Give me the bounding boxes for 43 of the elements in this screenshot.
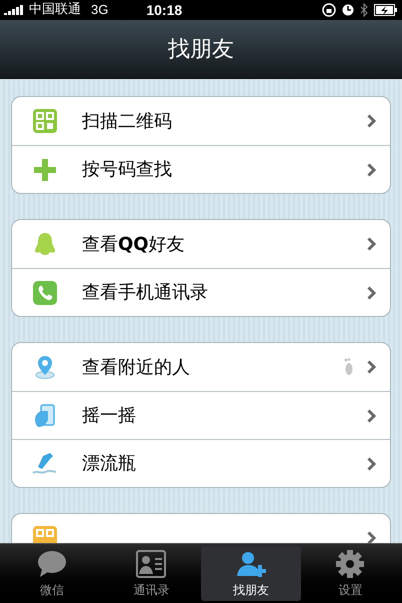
chevron-right-icon (367, 162, 376, 176)
contact-card-icon (135, 548, 168, 578)
menu-item[interactable]: 漂流瓶 (12, 439, 390, 487)
tab[interactable]: 设置 (300, 546, 400, 601)
chevron-right-icon (367, 531, 376, 543)
item-label: 摇一摇 (82, 404, 136, 428)
signal-icon (4, 5, 26, 15)
tab[interactable]: 通讯录 (102, 546, 201, 601)
chevron-right-icon (367, 408, 376, 422)
item-label: 查看手机通讯录 (82, 281, 208, 305)
penguin-icon (32, 231, 58, 257)
chevron-right-icon (367, 237, 376, 251)
menu-item[interactable]: 摇一摇 (12, 391, 390, 439)
chevron-right-icon (367, 360, 376, 374)
settings-icon (334, 548, 366, 578)
chat-bubble-icon (36, 548, 68, 578)
phone-icon (32, 280, 58, 306)
carrier-name: 中国联通 (29, 1, 81, 20)
battery-icon (374, 4, 398, 16)
chevron-right-icon (367, 456, 376, 470)
menu-item[interactable]: 查看手机通讯录 (12, 268, 390, 316)
menu-item[interactable]: 查看QQ好友 (12, 220, 390, 268)
page-title: 找朋友 (168, 36, 234, 64)
qr-code-icon (32, 108, 58, 134)
bottle-icon (32, 450, 58, 476)
bluetooth-icon (360, 3, 368, 17)
network-type: 3G (91, 1, 108, 20)
clock: 10:18 (146, 0, 182, 20)
tab[interactable]: 找朋友 (201, 546, 300, 601)
chevron-right-icon (367, 286, 376, 300)
hand-phone-icon (32, 402, 58, 428)
item-label: 查看QQ好友 (82, 232, 185, 256)
chevron-right-icon (367, 114, 376, 128)
item-label: 漂流瓶 (82, 452, 136, 476)
menu-item[interactable]: 查看附近的人 (12, 343, 390, 391)
clock-icon (342, 4, 354, 16)
tab[interactable]: 微信 (2, 546, 102, 601)
menu-item[interactable]: 按号码查找 (12, 145, 390, 193)
plus-icon (32, 156, 58, 182)
item-label: 查看附近的人 (82, 356, 190, 380)
item-label: 扫描二维码 (82, 110, 172, 134)
menu-item[interactable]: 扫描二维码 (12, 97, 390, 145)
item-label: 按号码查找 (82, 158, 172, 182)
